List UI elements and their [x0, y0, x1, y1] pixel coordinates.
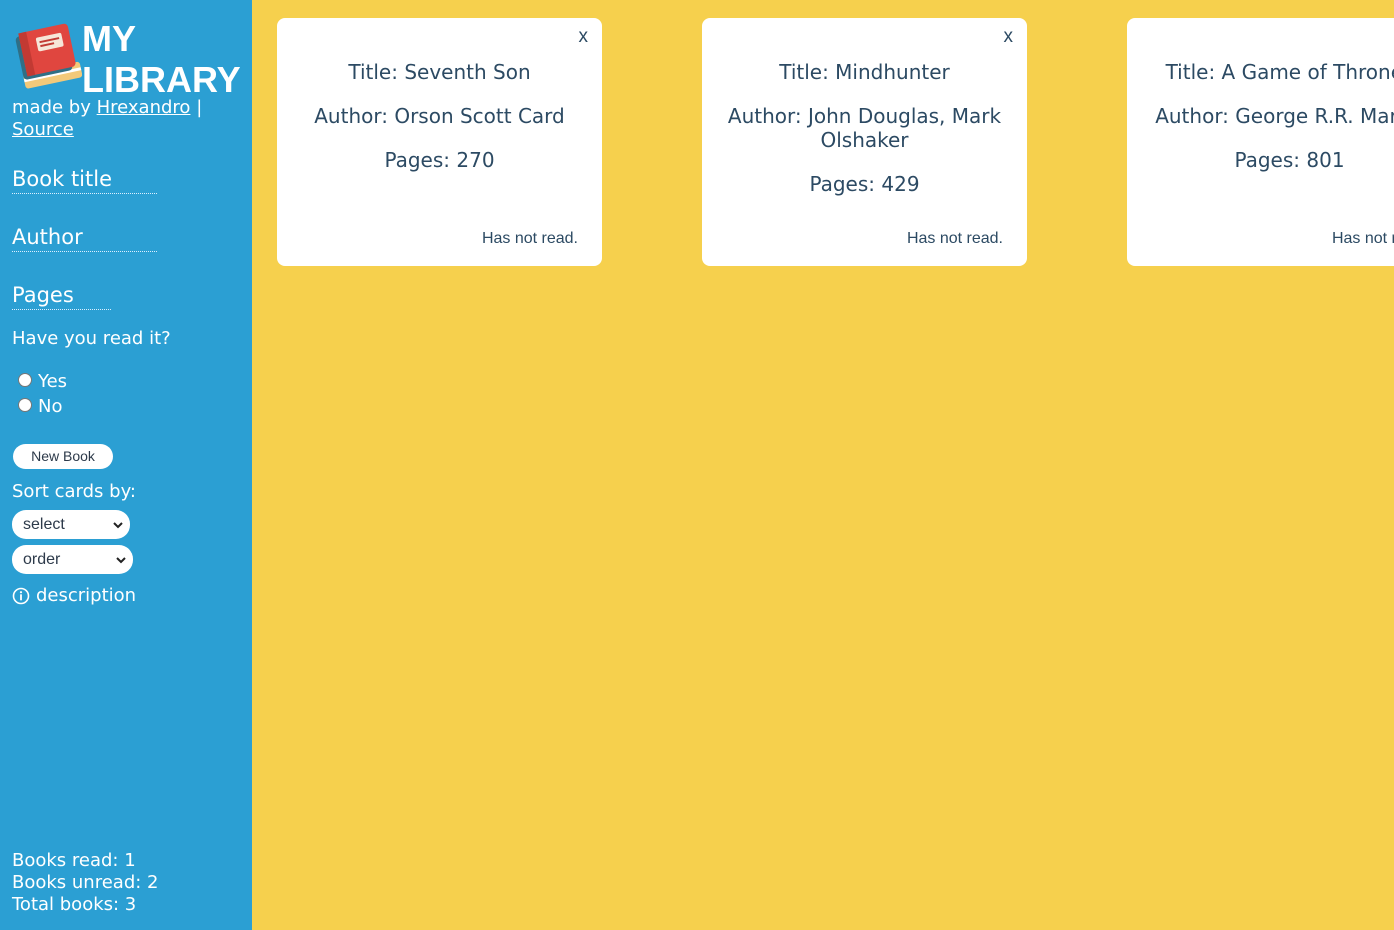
description-toggle[interactable]: description — [12, 585, 136, 607]
sort-field-select[interactable]: select — [12, 510, 130, 539]
total-books-count: Total books: 3 — [12, 894, 137, 915]
library-stats: Books read: 1 Books unread: 2 Total book… — [12, 850, 159, 916]
app-title-line1: MY — [82, 18, 136, 59]
read-status-toggle[interactable]: Has not read. — [1332, 230, 1394, 248]
credits: made by Hrexandro | Source — [12, 97, 248, 141]
read-status-toggle[interactable]: Has not read. — [907, 230, 1003, 248]
book-title: Title: A Game of Thrones — [1165, 60, 1394, 84]
read-yes-radio[interactable] — [18, 373, 32, 387]
sort-order-value: order — [23, 551, 61, 568]
read-question-label: Have you read it? — [12, 328, 171, 349]
author-input[interactable]: Author — [12, 224, 157, 252]
read-status-toggle[interactable]: Has not read. — [482, 230, 578, 248]
book-card-body: Title: Seventh Son Author: Orson Scott C… — [295, 60, 584, 192]
source-link[interactable]: Source — [12, 119, 74, 140]
sort-label: Sort cards by: — [12, 481, 136, 502]
read-no-option[interactable]: No — [18, 396, 62, 418]
new-book-button[interactable]: New Book — [13, 444, 113, 469]
book-pages: Pages: 270 — [384, 148, 495, 172]
remove-card-button[interactable]: x — [1004, 26, 1014, 48]
brand: MY LIBRARY — [12, 18, 248, 100]
book-card: x Title: A Game of Thrones Author: Georg… — [1127, 18, 1394, 266]
credits-separator: | — [196, 97, 203, 118]
book-card: x Title: Mindhunter Author: John Douglas… — [702, 18, 1027, 266]
chevron-down-icon — [113, 520, 123, 530]
book-author: Author: George R.R. Martin — [1155, 104, 1394, 128]
books-read-count: Books read: 1 — [12, 850, 136, 871]
book-card: x Title: Seventh Son Author: Orson Scott… — [277, 18, 602, 266]
read-yes-option[interactable]: Yes — [18, 371, 67, 393]
pages-input[interactable]: Pages — [12, 282, 111, 310]
sort-order-select[interactable]: order — [12, 545, 133, 574]
read-no-radio[interactable] — [18, 398, 32, 412]
read-yes-label: Yes — [38, 371, 68, 392]
book-title: Title: Seventh Son — [348, 60, 531, 84]
book-pages: Pages: 429 — [809, 172, 920, 196]
chevron-down-icon — [116, 555, 126, 565]
read-no-label: No — [38, 396, 63, 417]
sort-field-value: select — [23, 516, 65, 533]
book-card-body: Title: A Game of Thrones Author: George … — [1145, 60, 1394, 192]
app-title: MY LIBRARY — [82, 18, 241, 100]
app-title-line2: LIBRARY — [82, 59, 241, 100]
description-label: description — [36, 585, 137, 606]
book-pages: Pages: 801 — [1234, 148, 1345, 172]
book-author: Author: Orson Scott Card — [314, 104, 565, 128]
sidebar: MY LIBRARY made by Hrexandro | Source Bo… — [0, 0, 252, 930]
books-icon — [12, 22, 82, 94]
books-unread-count: Books unread: 2 — [12, 872, 159, 893]
author-link[interactable]: Hrexandro — [97, 97, 191, 118]
made-by-text: made by — [12, 97, 91, 118]
info-icon — [12, 587, 30, 605]
book-grid: x Title: Seventh Son Author: Orson Scott… — [252, 0, 1394, 930]
book-title: Title: Mindhunter — [779, 60, 950, 84]
book-card-body: Title: Mindhunter Author: John Douglas, … — [720, 60, 1009, 216]
book-title-input[interactable]: Book title — [12, 166, 157, 194]
remove-card-button[interactable]: x — [579, 26, 589, 48]
book-author: Author: John Douglas, Mark Olshaker — [727, 104, 1002, 152]
